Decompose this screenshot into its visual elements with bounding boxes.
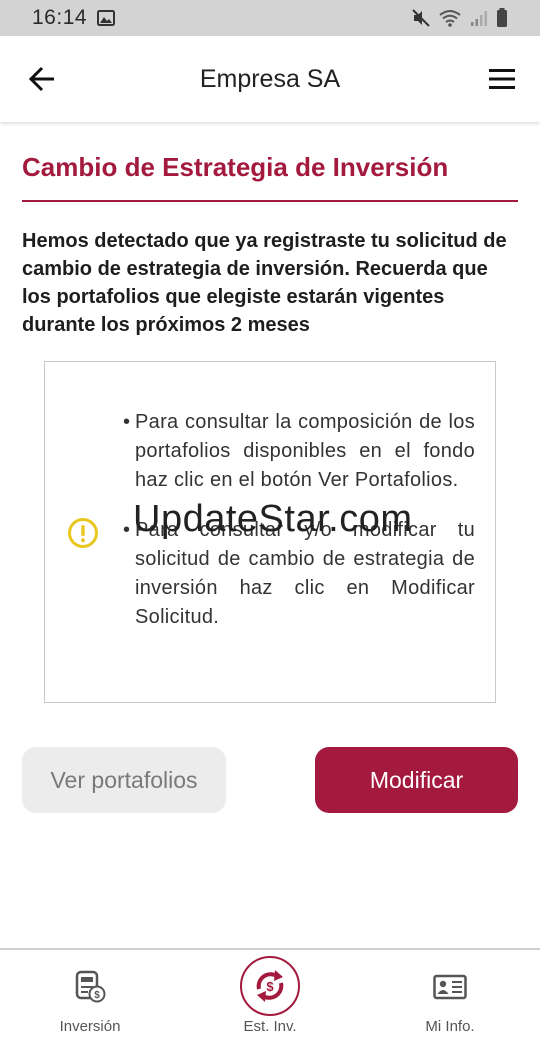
strategy-exchange-icon: $ xyxy=(256,970,284,1002)
svg-text:$: $ xyxy=(266,979,274,994)
investment-icon: $ xyxy=(75,970,106,1003)
id-card-icon xyxy=(433,974,467,1000)
app-title: Empresa SA xyxy=(199,65,341,93)
nav-label-strategy: Est. Inv. xyxy=(243,1018,297,1035)
arrow-left-icon xyxy=(28,66,54,92)
wifi-icon xyxy=(439,10,461,27)
nav-item-strategy[interactable]: $ Est. Inv. xyxy=(180,950,360,1040)
nav-item-investment[interactable]: $ Inversión xyxy=(0,950,180,1040)
warning-icon xyxy=(68,518,98,548)
intro-message: Hemos detectado que ya registraste tu so… xyxy=(22,230,507,336)
status-time: 16:14 xyxy=(32,6,88,29)
status-bar: 16:14 xyxy=(0,0,540,36)
info-card: • Para consultar la composición de los p… xyxy=(44,361,496,703)
nav-label-my-info: Mi Info. xyxy=(425,1018,475,1035)
info-bullet: • Para consultar la composición de los p… xyxy=(123,411,475,491)
battery-icon xyxy=(497,8,507,27)
info-bullet: • Para consultar y/o modificar tu solici… xyxy=(123,519,475,628)
signal-icon xyxy=(471,11,487,26)
image-notification-icon xyxy=(97,10,116,26)
nav-label-investment: Inversión xyxy=(59,1018,121,1035)
svg-text:$: $ xyxy=(94,990,100,1001)
app-bar: Empresa SA xyxy=(0,36,540,122)
status-icons xyxy=(412,8,508,28)
info-bullets: • Para consultar la composición de los p… xyxy=(123,408,475,653)
hamburger-menu-icon[interactable] xyxy=(486,66,518,92)
mute-icon xyxy=(412,9,430,27)
modify-button[interactable]: Modificar xyxy=(315,747,518,813)
page-title: Cambio de Estrategia de Inversión xyxy=(22,152,449,182)
nav-item-my-info[interactable]: Mi Info. xyxy=(360,950,540,1040)
active-nav-indicator: $ xyxy=(240,956,300,1016)
bottom-nav: $ Inversión $ Est. Inv. Mi Info. xyxy=(0,948,540,1040)
title-divider xyxy=(22,200,518,202)
view-portfolios-button[interactable]: Ver portafolios xyxy=(22,747,226,813)
back-button[interactable] xyxy=(26,64,58,94)
